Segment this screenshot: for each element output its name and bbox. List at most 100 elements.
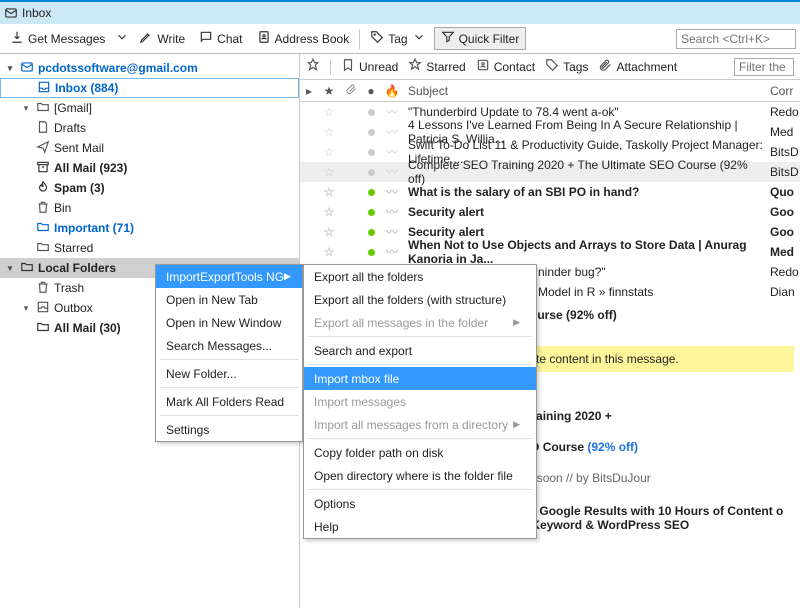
menu-item[interactable]: Settings	[156, 418, 302, 441]
message-row[interactable]: ☆〰Security alertGoo	[300, 202, 800, 222]
sent-icon	[36, 140, 50, 157]
message-subject: Security alert	[404, 205, 768, 219]
file-icon	[36, 120, 50, 137]
menu-item[interactable]: Help	[304, 515, 536, 538]
tag-icon	[370, 30, 384, 47]
thread-col[interactable]: ▸	[300, 84, 318, 98]
menu-item[interactable]: Export all the folders (with structure)	[304, 288, 536, 311]
menu-item[interactable]: Search and export	[304, 339, 536, 362]
message-row[interactable]: ☆〰When Not to Use Objects and Arrays to …	[300, 242, 800, 262]
write-button[interactable]: Write	[133, 28, 191, 49]
spam-row[interactable]: Spam (3)	[0, 178, 299, 198]
filter-attachment[interactable]: Attachment	[598, 58, 677, 75]
filter-starred[interactable]: Starred	[408, 58, 465, 75]
menu-item[interactable]: Open directory where is the folder file	[304, 464, 536, 487]
window-title: Inbox	[22, 6, 51, 20]
star-toggle[interactable]: ☆	[318, 245, 340, 259]
message-corr: Goo	[768, 205, 800, 219]
flame-icon	[36, 180, 50, 197]
inbox-icon	[37, 80, 51, 97]
pin-icon[interactable]	[306, 58, 320, 75]
menu-item: Export all messages in the folder▶	[304, 311, 536, 334]
folder-icon	[36, 320, 50, 337]
folder-context-menu: ImportExportTools NG▶Open in New TabOpen…	[155, 264, 303, 442]
twisty-down-icon: ▾	[20, 303, 32, 314]
menu-item[interactable]: Options	[304, 492, 536, 515]
bookmark-icon	[341, 58, 355, 75]
chevron-down-icon	[115, 30, 129, 47]
message-corr: BitsD	[768, 165, 800, 179]
book-icon	[257, 30, 271, 47]
twisty-down-icon: ▾	[4, 63, 16, 74]
message-subject: Complete SEO Training 2020 + The Ultimat…	[404, 158, 768, 186]
gmail-folder-row[interactable]: ▾ [Gmail]	[0, 98, 299, 118]
star-toggle[interactable]: ☆	[318, 165, 340, 179]
tag-button[interactable]: Tag	[364, 28, 431, 49]
message-corr: Med	[768, 245, 800, 259]
important-row[interactable]: Important (71)	[0, 218, 299, 238]
import-export-submenu: Export all the foldersExport all the fol…	[303, 264, 537, 539]
menu-item[interactable]: Import mbox file	[304, 367, 536, 390]
message-corr: BitsD	[768, 145, 800, 159]
filter-tags[interactable]: Tags	[545, 58, 588, 75]
drafts-row[interactable]: Drafts	[0, 118, 299, 138]
message-row[interactable]: ☆〰What is the salary of an SBI PO in han…	[300, 182, 800, 202]
inbox-row[interactable]: Inbox (884)	[0, 78, 299, 98]
folder-icon	[36, 220, 50, 237]
menu-item[interactable]: Copy folder path on disk	[304, 441, 536, 464]
mail-icon	[4, 6, 18, 20]
filter-unread[interactable]: Unread	[341, 58, 398, 75]
pencil-icon	[139, 30, 153, 47]
outbox-icon	[36, 300, 50, 317]
menu-item[interactable]: ImportExportTools NG▶	[156, 265, 302, 288]
message-subject: What is the salary of an SBI PO in hand?	[404, 185, 768, 199]
read-col[interactable]: ●	[362, 84, 380, 98]
menu-item: Import messages	[304, 390, 536, 413]
menu-item[interactable]: Export all the folders	[304, 265, 536, 288]
star-toggle[interactable]: ☆	[318, 105, 340, 119]
star-toggle[interactable]: ☆	[318, 205, 340, 219]
tag-icon	[545, 58, 559, 75]
menu-item[interactable]: Open in New Tab	[156, 288, 302, 311]
message-corr: Redo	[768, 105, 800, 119]
column-headers: ▸ ★ ● 🔥 Subject Corr	[300, 80, 800, 102]
star-toggle[interactable]: ☆	[318, 185, 340, 199]
filter-contact[interactable]: Contact	[476, 58, 535, 75]
star-col[interactable]: ★	[318, 84, 340, 98]
attach-col[interactable]	[340, 83, 362, 98]
account-row[interactable]: ▾ pcdotssoftware@gmail.com	[0, 58, 299, 78]
filter-messages-input[interactable]	[734, 58, 794, 76]
chat-button[interactable]: Chat	[193, 28, 248, 49]
paperclip-icon	[598, 58, 612, 75]
folder-icon	[36, 240, 50, 257]
message-corr: Goo	[768, 225, 800, 239]
message-subject: Security alert	[404, 225, 768, 239]
sent-row[interactable]: Sent Mail	[0, 138, 299, 158]
starred-row[interactable]: Starred	[0, 238, 299, 258]
get-messages-button[interactable]: Get Messages	[4, 28, 111, 49]
bin-row[interactable]: Bin	[0, 198, 299, 218]
star-icon	[408, 58, 422, 75]
message-row[interactable]: ☆〰Complete SEO Training 2020 + The Ultim…	[300, 162, 800, 182]
trash-icon	[36, 200, 50, 217]
all-mail-row[interactable]: All Mail (923)	[0, 158, 299, 178]
twisty-down-icon: ▾	[20, 103, 32, 114]
menu-item: Import all messages from a directory▶	[304, 413, 536, 436]
star-toggle[interactable]: ☆	[318, 145, 340, 159]
global-search-input[interactable]	[676, 29, 796, 49]
mail-icon	[20, 60, 34, 77]
junk-col[interactable]: 🔥	[380, 84, 404, 98]
address-book-button[interactable]: Address Book	[251, 28, 356, 49]
menu-item[interactable]: Mark All Folders Read	[156, 390, 302, 413]
contact-icon	[476, 58, 490, 75]
quick-filter-toggle[interactable]: Quick Filter	[434, 27, 527, 50]
subject-col[interactable]: Subject	[404, 84, 768, 98]
get-messages-dropdown[interactable]	[113, 28, 131, 49]
chevron-down-icon	[412, 30, 426, 47]
menu-item[interactable]: Open in New Window	[156, 311, 302, 334]
menu-item[interactable]: Search Messages...	[156, 334, 302, 357]
corr-col[interactable]: Corr	[768, 84, 800, 98]
star-toggle[interactable]: ☆	[318, 225, 340, 239]
star-toggle[interactable]: ☆	[318, 125, 340, 139]
menu-item[interactable]: New Folder...	[156, 362, 302, 385]
